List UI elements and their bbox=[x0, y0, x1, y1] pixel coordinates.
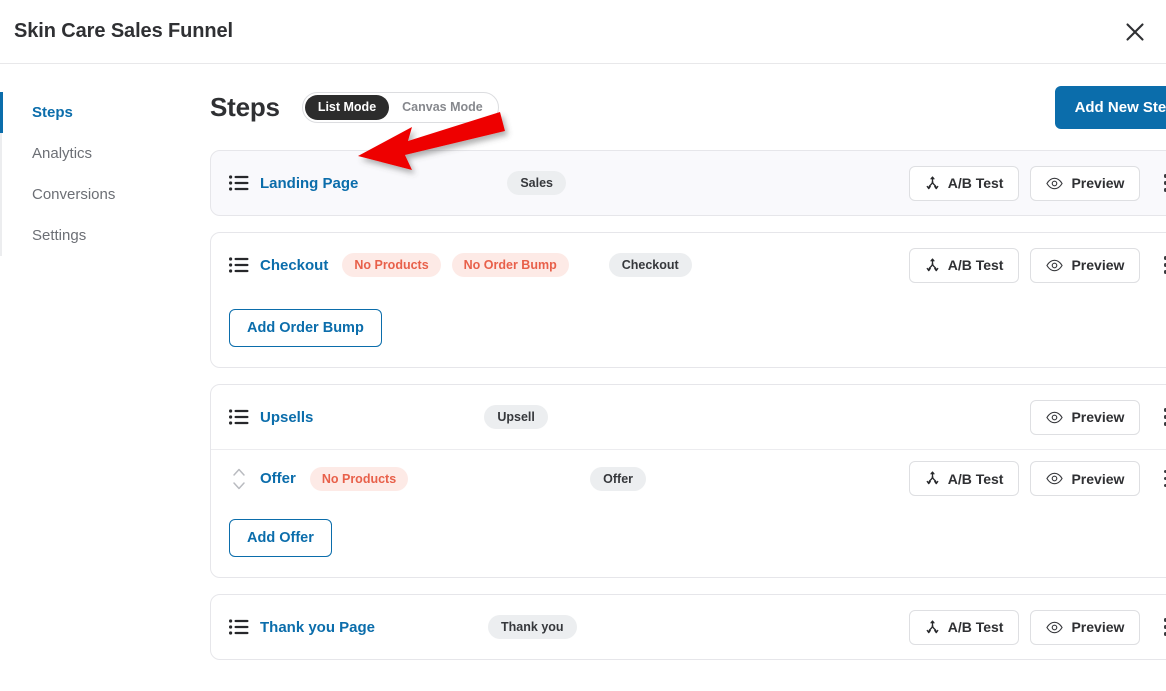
status-badge: Thank you bbox=[488, 615, 577, 639]
sort-updown-icon[interactable] bbox=[228, 464, 250, 494]
main-content: Steps List Mode Canvas Mode Add New Step bbox=[200, 64, 1166, 691]
preview-button[interactable]: Preview bbox=[1030, 609, 1141, 645]
add-new-step-button[interactable]: Add New Step bbox=[1054, 85, 1166, 129]
warning-badge: No Products bbox=[342, 253, 441, 277]
card-footer: Add Offer bbox=[211, 507, 1166, 577]
add-offer-button[interactable]: Add Offer bbox=[229, 519, 332, 557]
list-lines-icon[interactable] bbox=[228, 406, 250, 428]
step-type-column: Offer bbox=[590, 466, 890, 491]
step-row[interactable]: Checkout No Products No Order Bump Check… bbox=[211, 233, 1166, 297]
ab-split-icon bbox=[925, 619, 940, 635]
row-actions: Preview bbox=[1030, 399, 1166, 435]
ab-test-button[interactable]: A/B Test bbox=[908, 247, 1020, 283]
warning-badge: No Order Bump bbox=[451, 253, 569, 277]
step-name-link[interactable]: Thank you Page bbox=[260, 619, 375, 636]
preview-label: Preview bbox=[1071, 175, 1125, 191]
more-options-icon[interactable] bbox=[1154, 464, 1166, 494]
step-sub-row[interactable]: Offer No Products Offer A/B Test Preview bbox=[211, 449, 1166, 507]
sidebar-item-label: Conversions bbox=[32, 186, 116, 203]
ab-test-button[interactable]: A/B Test bbox=[908, 165, 1020, 201]
more-options-icon[interactable] bbox=[1154, 402, 1166, 432]
preview-button[interactable]: Preview bbox=[1030, 247, 1141, 283]
eye-icon bbox=[1046, 259, 1064, 272]
ab-test-label: A/B Test bbox=[947, 619, 1004, 635]
steps-toolbar: Steps List Mode Canvas Mode Add New Step bbox=[210, 64, 1166, 150]
preview-button[interactable]: Preview bbox=[1030, 165, 1141, 201]
eye-icon bbox=[1046, 177, 1064, 190]
status-badge: Offer bbox=[590, 466, 647, 491]
step-type-column: Thank you bbox=[488, 615, 788, 639]
sidebar-item-analytics[interactable]: Analytics bbox=[0, 133, 200, 174]
steps-list: Landing Page Sales A/B Test Preview Chec… bbox=[210, 150, 1166, 660]
ab-split-icon bbox=[925, 471, 940, 486]
view-mode-toggle[interactable]: List Mode Canvas Mode bbox=[301, 91, 499, 123]
tab-canvas-mode[interactable]: Canvas Mode bbox=[389, 95, 496, 120]
close-button[interactable] bbox=[1118, 15, 1152, 49]
row-actions: A/B Test Preview bbox=[908, 247, 1166, 283]
eye-icon bbox=[1046, 411, 1064, 424]
steps-heading: Steps bbox=[210, 91, 280, 122]
window-header: Skin Care Sales Funnel bbox=[0, 0, 1166, 64]
step-card-checkout: Checkout No Products No Order Bump Check… bbox=[210, 232, 1166, 368]
warning-badge: No Products bbox=[309, 466, 409, 491]
ab-test-label: A/B Test bbox=[947, 470, 1004, 487]
step-row[interactable]: Upsells Upsell Preview bbox=[211, 385, 1166, 449]
sidebar-item-steps[interactable]: Steps bbox=[0, 92, 200, 133]
preview-button[interactable]: Preview bbox=[1030, 399, 1141, 435]
ab-test-button[interactable]: A/B Test bbox=[908, 461, 1020, 496]
preview-label: Preview bbox=[1071, 409, 1125, 425]
step-name-link[interactable]: Landing Page bbox=[260, 175, 358, 192]
sidebar-item-conversions[interactable]: Conversions bbox=[0, 174, 200, 215]
ab-split-icon bbox=[925, 257, 940, 273]
step-type-column: Checkout bbox=[608, 253, 909, 277]
warning-badges: No Products No Order Bump bbox=[342, 253, 569, 277]
eye-icon bbox=[1046, 621, 1064, 634]
status-badge: Checkout bbox=[608, 253, 692, 277]
row-actions: A/B Test Preview bbox=[908, 461, 1166, 496]
step-type-column: Upsell bbox=[484, 405, 784, 429]
warning-badges: No Products bbox=[309, 466, 409, 491]
step-name-link[interactable]: Checkout bbox=[260, 257, 328, 274]
more-options-icon[interactable] bbox=[1154, 168, 1166, 198]
step-card-thank-you-page: Thank you Page Thank you A/B Test Previe… bbox=[210, 594, 1166, 660]
sidebar: Steps Analytics Conversions Settings bbox=[0, 64, 200, 691]
step-row[interactable]: Landing Page Sales A/B Test Preview bbox=[211, 151, 1166, 215]
preview-label: Preview bbox=[1071, 619, 1125, 635]
step-row[interactable]: Thank you Page Thank you A/B Test Previe… bbox=[211, 595, 1166, 659]
page-title: Skin Care Sales Funnel bbox=[14, 20, 233, 42]
ab-test-label: A/B Test bbox=[947, 175, 1004, 191]
row-actions: A/B Test Preview bbox=[908, 609, 1166, 645]
step-type-column: Sales bbox=[507, 171, 807, 195]
row-actions: A/B Test Preview bbox=[908, 165, 1166, 201]
status-badge: Upsell bbox=[484, 405, 548, 429]
ab-test-label: A/B Test bbox=[947, 257, 1004, 273]
tab-list-mode[interactable]: List Mode bbox=[304, 94, 390, 120]
step-card-upsells: Upsells Upsell Preview Offer No Products… bbox=[210, 384, 1166, 578]
step-name-link[interactable]: Upsells bbox=[260, 409, 313, 426]
eye-icon bbox=[1046, 472, 1064, 485]
status-badge: Sales bbox=[507, 171, 567, 195]
sidebar-item-label: Settings bbox=[32, 227, 87, 244]
ab-split-icon bbox=[925, 175, 940, 191]
card-footer: Add Order Bump bbox=[211, 297, 1166, 367]
more-options-icon[interactable] bbox=[1154, 250, 1166, 280]
preview-button[interactable]: Preview bbox=[1030, 461, 1141, 496]
list-lines-icon[interactable] bbox=[228, 254, 250, 276]
ab-test-button[interactable]: A/B Test bbox=[908, 609, 1020, 645]
more-options-icon[interactable] bbox=[1154, 612, 1166, 642]
step-card-landing-page: Landing Page Sales A/B Test Preview bbox=[210, 150, 1166, 216]
sidebar-item-label: Analytics bbox=[32, 145, 93, 162]
list-lines-icon[interactable] bbox=[228, 172, 250, 194]
list-lines-icon[interactable] bbox=[228, 616, 250, 638]
preview-label: Preview bbox=[1071, 470, 1125, 487]
step-name-link[interactable]: Offer bbox=[260, 470, 296, 487]
sidebar-item-settings[interactable]: Settings bbox=[0, 215, 200, 256]
preview-label: Preview bbox=[1071, 257, 1125, 273]
add-order-bump-button[interactable]: Add Order Bump bbox=[229, 309, 382, 347]
sidebar-item-label: Steps bbox=[32, 104, 73, 121]
body-container: Steps Analytics Conversions Settings Ste… bbox=[0, 64, 1166, 691]
close-icon bbox=[1123, 20, 1147, 44]
